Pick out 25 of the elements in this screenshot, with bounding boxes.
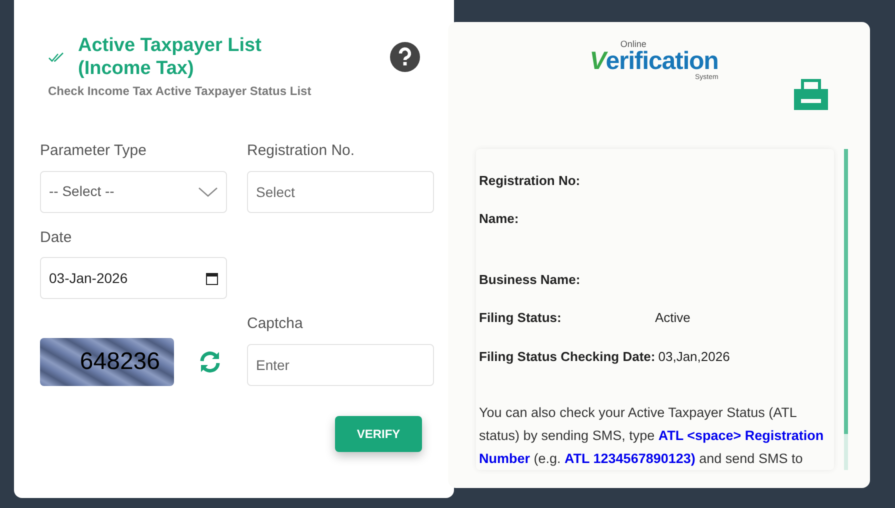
chevron-down-icon <box>198 186 218 196</box>
field-label: Business Name: <box>479 270 580 289</box>
field-label: Registration No: <box>479 172 580 190</box>
registration-no-field[interactable]: Select <box>247 170 434 212</box>
sms-note: You can also check your Active Taxpayer Status (ATL status) by sending SMS, type ATL <space> Registration Number (e.g. ATL 1234567890123) and send SMS to <box>479 404 825 468</box>
page-subtitle: Check Income Tax Active Taxpayer Status List <box>47 83 312 100</box>
captcha-label: Captcha <box>247 314 304 334</box>
field-label: Filing Status Checking Date: <box>479 348 656 366</box>
help-icon[interactable] <box>390 42 420 72</box>
field-value: 03,Jan,2026 <box>658 348 730 366</box>
parameter-type-dropdown[interactable]: -- Select -- <box>40 170 227 212</box>
page-title: Active Taxpayer List (Income Tax) <box>78 34 262 80</box>
double-check-icon <box>48 52 66 64</box>
calendar-icon <box>206 272 218 284</box>
refresh-icon[interactable] <box>198 350 222 374</box>
printer-icon[interactable] <box>794 79 828 110</box>
field-label: Name: <box>479 210 519 228</box>
registration-no-label: Registration No. <box>247 141 356 161</box>
captcha-image: 648236 <box>40 338 174 386</box>
field-value: Active <box>655 309 690 328</box>
date-field[interactable]: 03-Jan-2026 <box>40 257 227 299</box>
date-label: Date <box>40 228 73 248</box>
field-label: Filing Status: <box>479 309 562 328</box>
parameter-type-label: Parameter Type <box>40 141 148 161</box>
captcha-field[interactable]: Enter <box>247 344 434 386</box>
